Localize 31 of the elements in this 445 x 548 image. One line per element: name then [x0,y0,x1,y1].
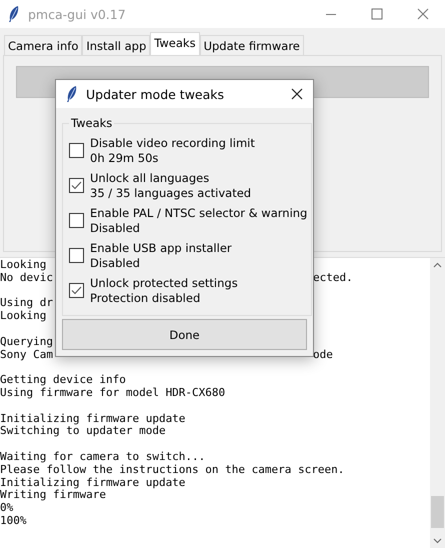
log-line: Using dr [0,297,53,310]
option-label: Unlock protected settings [90,276,238,290]
option-label: Enable USB app installer [90,241,232,256]
log-line: Waiting for camera to switch... [0,450,206,464]
option-label: Enable PAL / NTSC selector & warning [90,206,308,220]
log-line: Looking [0,259,46,272]
log-line: Querying [0,336,53,349]
log-line: Initializing firmware update [0,476,186,490]
window-title: pmca-gui v0.17 [28,6,126,22]
log-line: Initializing firmware update [0,412,186,426]
log-line: Writing firmware [0,489,106,502]
log-line: ode [313,348,333,362]
option-label: Unlock all languages [90,171,210,186]
log-line: Looking [0,310,46,323]
log-line: Sony Cam [0,348,53,362]
log-line: 100% [0,514,26,528]
log-line: Please follow the instructions on the camera screen. [0,464,344,477]
option-status: 0h 29m 50s [90,150,160,165]
log-line: Getting device info [0,374,126,387]
log-line: ected. [313,272,353,285]
option-status: Protection disabled [90,290,202,305]
dialog-title: Updater mode tweaks [86,86,224,102]
option-status: 35 / 35 languages activated [90,186,252,200]
group-label: Tweaks [70,116,114,130]
log-line: 0% [0,502,14,515]
log-line: No devic [0,272,53,285]
log-line: Switching to updater mode [0,425,166,438]
option-status: Disabled [90,256,141,270]
option-label: Disable video recording limit [90,136,255,150]
option-status: Disabled [90,220,141,235]
log-line: Using firmware for model HDR-CX680 [0,386,226,400]
